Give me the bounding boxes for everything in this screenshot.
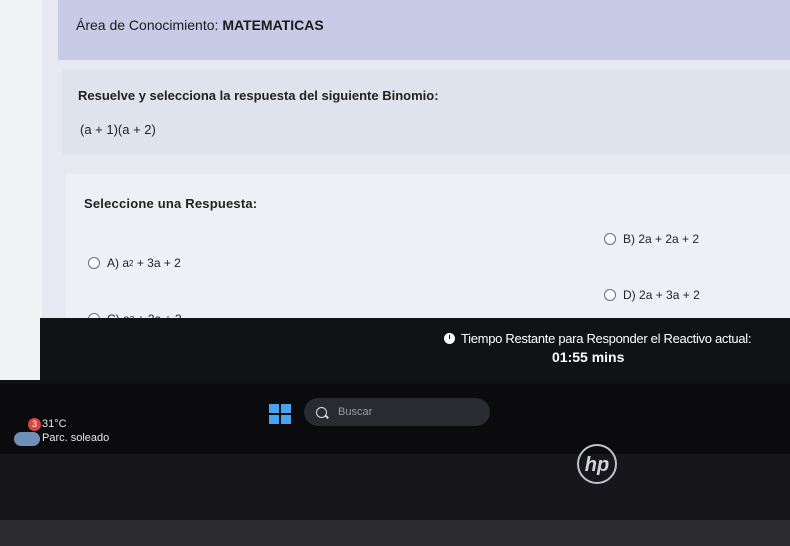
option-a[interactable]: A) a2 + 3a + 2 xyxy=(88,256,181,270)
timer-bar: Tiempo Restante para Responder el Reacti… xyxy=(40,318,790,380)
timer-label: Tiempo Restante para Responder el Reacti… xyxy=(444,331,751,346)
option-d-text: 2a + 3a + 2 xyxy=(639,288,700,302)
notification-badge: 3 xyxy=(28,418,41,431)
binomial-expression: (a + 1)(a + 2) xyxy=(80,122,156,137)
search-placeholder: Buscar xyxy=(338,406,373,418)
answers-title: Seleccione una Respuesta: xyxy=(84,196,258,211)
option-d-radio[interactable] xyxy=(604,289,616,301)
weather-icon[interactable] xyxy=(14,432,40,446)
option-d[interactable]: D) 2a + 3a + 2 xyxy=(604,288,700,302)
option-a-base: a xyxy=(122,256,130,270)
temperature[interactable]: 31°C xyxy=(42,418,67,430)
weather-forecast[interactable]: Parc. soleado xyxy=(42,432,109,444)
question-title: Resuelve y selecciona la respuesta del s… xyxy=(78,88,439,103)
taskbar-search[interactable]: Buscar xyxy=(304,398,490,426)
laptop-base xyxy=(0,520,790,546)
option-b-letter: B) xyxy=(623,232,635,246)
left-margin xyxy=(0,0,42,410)
start-tile xyxy=(269,404,279,413)
browser-page: Área de Conocimiento: MATEMATICAS Resuel… xyxy=(0,0,790,410)
option-b-text: 2a + 2a + 2 xyxy=(638,232,700,246)
start-tile xyxy=(269,415,279,424)
hp-logo: hp xyxy=(577,444,617,484)
clock-icon xyxy=(444,333,455,344)
option-b-radio[interactable] xyxy=(604,233,616,245)
knowledge-area-header: Área de Conocimiento: MATEMATICAS xyxy=(58,0,790,60)
option-b[interactable]: B) 2a + 2a + 2 xyxy=(604,232,699,246)
timer-value: 01:55 mins xyxy=(552,349,625,365)
option-a-rest: + 3a + 2 xyxy=(133,256,181,270)
windows-start-icon[interactable] xyxy=(269,404,291,424)
option-a-radio[interactable] xyxy=(88,257,100,269)
option-a-letter: A) xyxy=(107,256,119,270)
taskbar: 3 31°C Parc. soleado Buscar xyxy=(0,384,790,454)
knowledge-area-title: Área de Conocimiento: MATEMATICAS xyxy=(76,17,324,33)
option-d-letter: D) xyxy=(623,288,636,302)
search-icon xyxy=(316,406,327,418)
start-tile xyxy=(281,415,291,424)
subject-name: MATEMATICAS xyxy=(222,17,324,33)
question-panel: Resuelve y selecciona la respuesta del s… xyxy=(62,70,790,154)
start-tile xyxy=(281,404,291,413)
